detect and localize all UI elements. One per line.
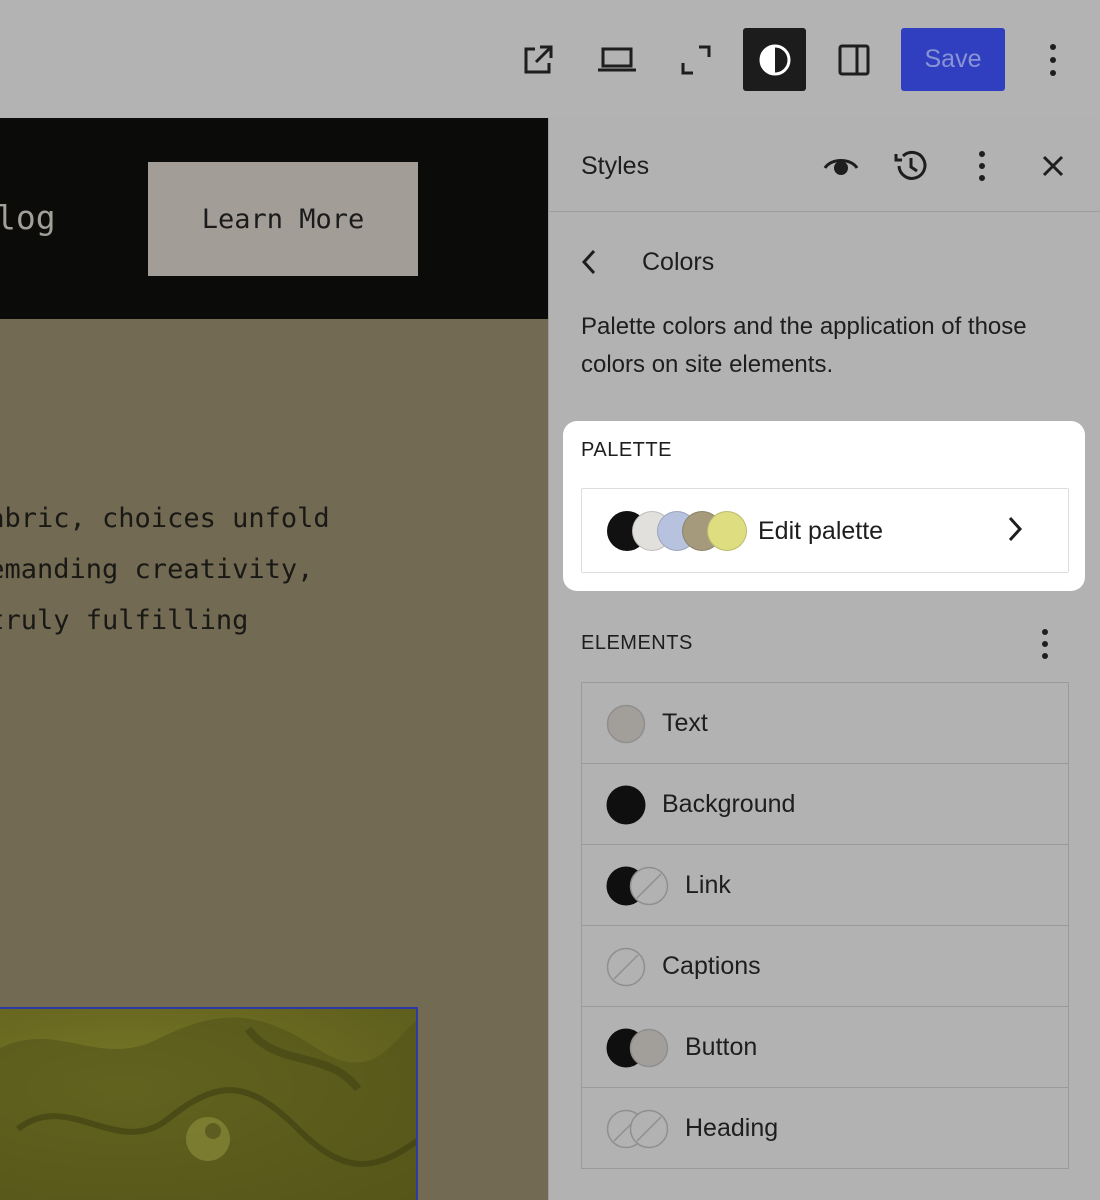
external-link-icon[interactable]	[506, 28, 569, 91]
empty-color-indicator	[629, 1109, 669, 1149]
learn-more-button[interactable]: Learn More	[148, 162, 418, 276]
empty-color-indicator	[606, 947, 646, 987]
element-label: Captions	[662, 952, 761, 980]
color-indicator	[606, 704, 646, 744]
laptop-icon[interactable]	[585, 28, 648, 91]
element-item-background[interactable]: Background	[582, 764, 1068, 845]
empty-color-indicator	[629, 866, 669, 906]
element-item-button[interactable]: Button	[582, 1007, 1068, 1088]
contrast-icon[interactable]	[743, 28, 806, 91]
palette-swatches	[607, 511, 747, 551]
fullscreen-icon[interactable]	[664, 28, 727, 91]
more-vertical-icon[interactable]	[960, 144, 1004, 188]
sidebar-header: Styles	[549, 118, 1100, 212]
element-item-link[interactable]: Link	[582, 845, 1068, 926]
hero-image[interactable]	[0, 1007, 418, 1200]
element-item-captions[interactable]: Captions	[582, 926, 1068, 1007]
panel-description: Palette colors and the application of th…	[581, 313, 1027, 378]
back-navigation[interactable]: Colors	[581, 242, 714, 282]
palette-section: PALETTE Edit palette	[563, 421, 1085, 591]
element-label: Button	[685, 1033, 758, 1061]
nav-link[interactable]: log	[0, 198, 56, 237]
elements-options-icon[interactable]	[1023, 622, 1067, 666]
color-indicator	[629, 1028, 669, 1068]
element-item-heading[interactable]: Heading	[582, 1088, 1068, 1168]
color-indicator	[606, 785, 646, 825]
sidebar-title: Styles	[581, 152, 650, 180]
styles-sidebar: Styles Colors Palette colors and the app…	[548, 118, 1100, 1200]
chevron-right-icon	[1008, 516, 1023, 542]
element-label: Background	[662, 790, 796, 818]
chevron-left-icon[interactable]	[581, 242, 611, 282]
panel-title: Colors	[642, 247, 715, 276]
eye-icon[interactable]	[819, 144, 863, 188]
sidebar-toggle-icon[interactable]	[822, 28, 885, 91]
site-preview-canvas[interactable]: log Learn More fabric, choices unfold de…	[0, 118, 548, 1200]
elements-label: ELEMENTS	[581, 632, 693, 654]
more-vertical-icon[interactable]	[1021, 28, 1084, 91]
element-label: Heading	[685, 1114, 779, 1142]
close-icon[interactable]	[1031, 144, 1075, 188]
edit-palette-label: Edit palette	[758, 517, 884, 545]
swatch	[707, 511, 747, 551]
body-paragraph: fabric, choices unfold demanding creativ…	[0, 503, 330, 636]
element-label: Text	[662, 709, 708, 737]
edit-palette-button[interactable]: Edit palette	[581, 488, 1069, 573]
element-item-text[interactable]: Text	[582, 683, 1068, 764]
element-label: Link	[685, 871, 731, 899]
site-header: log Learn More	[0, 118, 548, 319]
history-icon[interactable]	[889, 144, 933, 188]
editor-toolbar: Save	[0, 0, 1100, 118]
palette-label: PALETTE	[581, 439, 672, 461]
save-button[interactable]: Save	[901, 28, 1005, 91]
elements-list: Text Background Link Captions Button Hea…	[581, 682, 1069, 1169]
